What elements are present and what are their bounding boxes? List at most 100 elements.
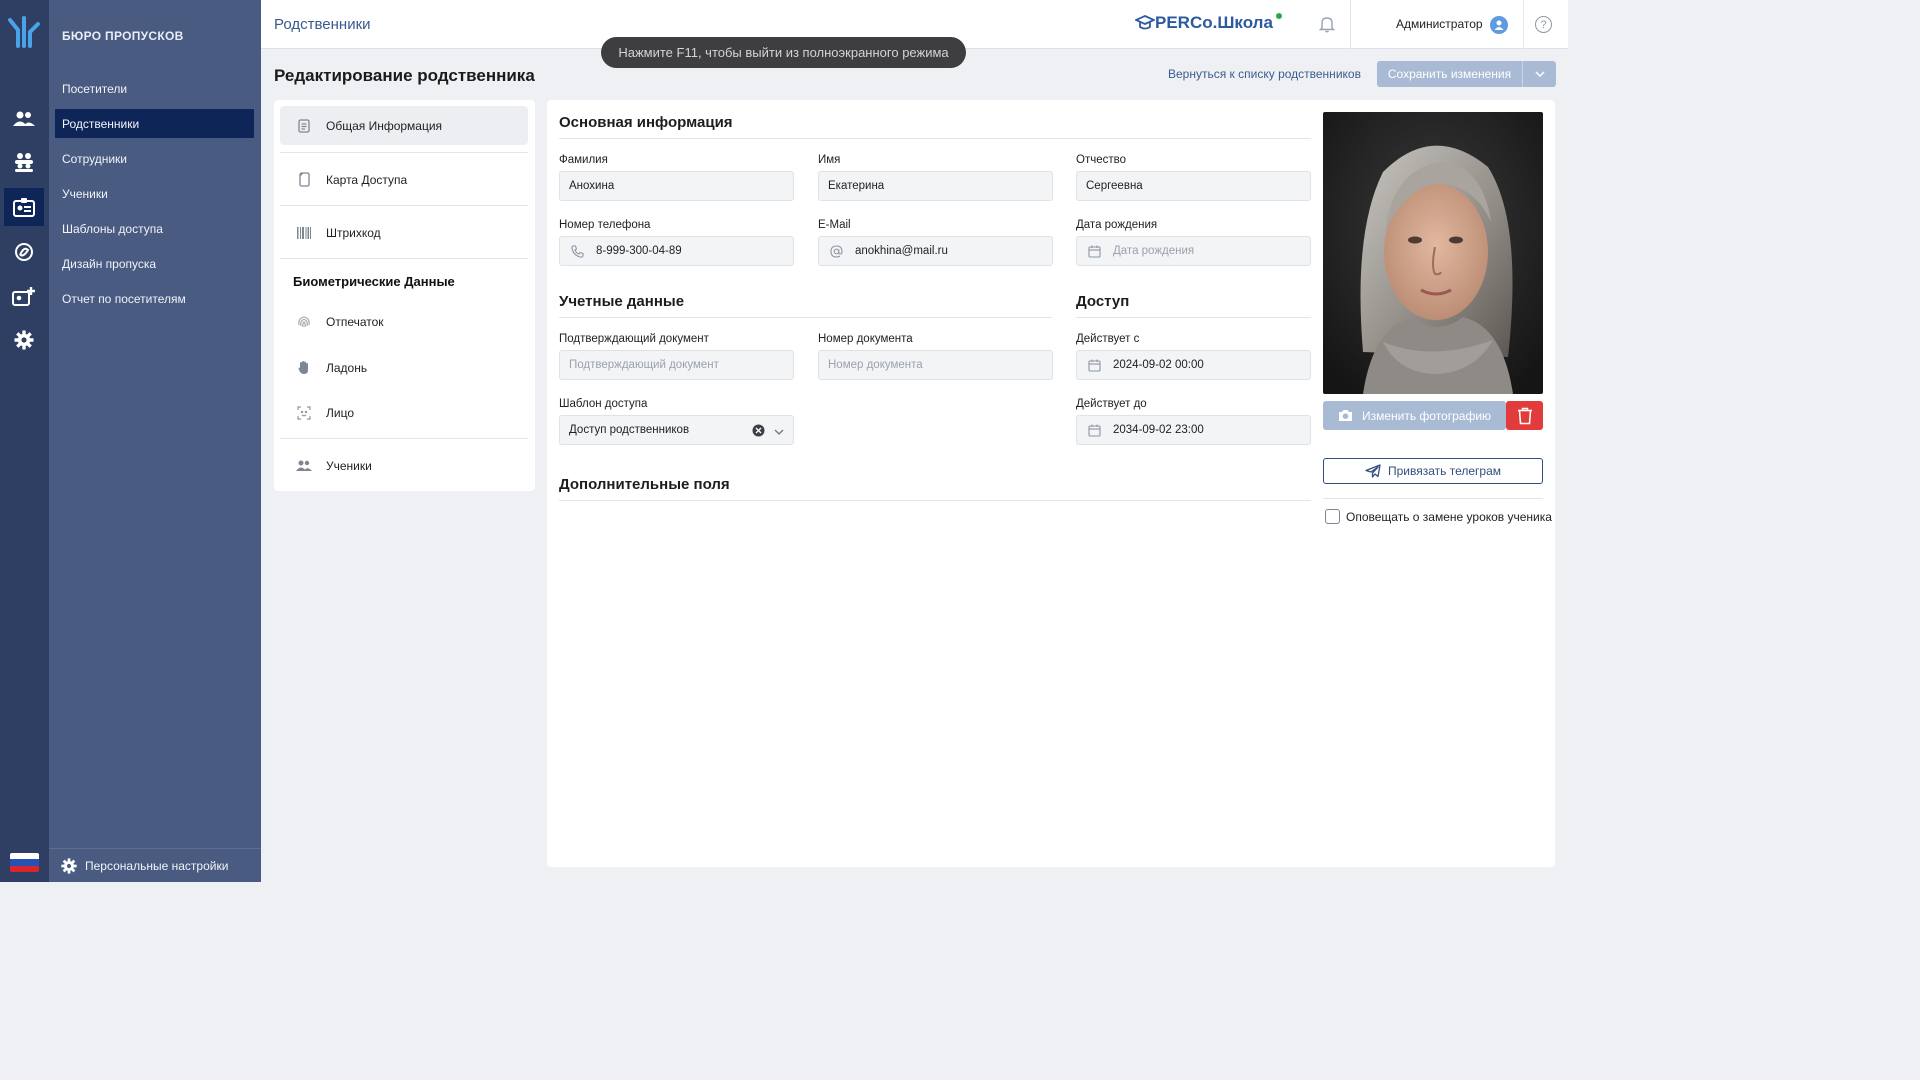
menu-item-access-templates[interactable]: Шаблоны доступа <box>55 214 254 243</box>
valid-to-label: Действует до <box>1076 398 1147 410</box>
tab-students-label: Ученики <box>326 458 372 473</box>
personal-settings-link[interactable]: Персональные настройки <box>49 848 261 882</box>
tab-access-card-label: Карта Доступа <box>326 172 408 187</box>
link-telegram-button[interactable]: Привязать телеграм <box>1323 458 1543 484</box>
tab-palm-label: Ладонь <box>326 360 368 375</box>
add-card-icon[interactable] <box>4 277 44 315</box>
birthdate-label: Дата рождения <box>1076 219 1158 231</box>
firstname-label: Имя <box>818 154 841 166</box>
barcode-icon <box>294 226 314 239</box>
section-extra-fields: Дополнительные поля <box>559 476 730 493</box>
camera-icon <box>1338 410 1352 421</box>
tab-palm[interactable]: Ладонь <box>280 348 528 387</box>
visitors-icon[interactable] <box>4 100 44 138</box>
tab-barcode[interactable]: Штрихкод <box>280 213 528 252</box>
product-name: PERCo.Школа <box>1155 13 1273 32</box>
back-to-list-link[interactable]: Вернуться к списку родственников <box>1168 67 1361 81</box>
phone-input[interactable]: 8-999-300-04-89 <box>559 236 794 266</box>
tab-access-card[interactable]: Карта Доступа <box>280 160 528 199</box>
tab-fingerprint[interactable]: Отпечаток <box>280 302 528 341</box>
user-avatar-icon[interactable] <box>1490 16 1508 34</box>
checkbox-box[interactable] <box>1325 509 1340 524</box>
tab-face-label: Лицо <box>326 405 354 420</box>
palm-icon <box>294 360 314 375</box>
access-template-value: Доступ родственников <box>569 424 690 436</box>
document-input[interactable]: Подтверждающий документ <box>559 350 794 380</box>
settings-gear-icon[interactable] <box>4 321 44 359</box>
face-scan-icon <box>294 405 314 420</box>
telegram-icon <box>1365 464 1381 478</box>
card-icon <box>294 172 314 187</box>
menu-brand: БЮРО ПРОПУСКОВ <box>62 29 184 43</box>
document-label: Подтверждающий документ <box>559 333 709 345</box>
tab-face[interactable]: Лицо <box>280 393 528 432</box>
groups-icon[interactable] <box>4 143 44 181</box>
phone-icon <box>569 244 585 258</box>
lastname-input[interactable]: Анохина <box>559 171 794 201</box>
phone-label: Номер телефона <box>559 219 651 231</box>
tab-fingerprint-label: Отпечаток <box>326 314 384 329</box>
breadcrumb[interactable]: Родственники <box>274 16 371 33</box>
change-photo-button[interactable]: Изменить фотографию <box>1323 401 1506 430</box>
menu-item-students[interactable]: Ученики <box>55 179 254 208</box>
help-icon[interactable]: ? <box>1535 16 1552 33</box>
phone-value: 8-999-300-04-89 <box>596 245 682 257</box>
students-icon <box>294 460 314 471</box>
access-template-select[interactable]: Доступ родственников <box>559 415 794 445</box>
calendar-icon <box>1086 245 1102 258</box>
valid-from-label: Действует с <box>1076 333 1140 345</box>
lastname-label: Фамилия <box>559 154 608 166</box>
biometrics-heading: Биометрические Данные <box>293 274 455 289</box>
user-name[interactable]: Администратор <box>1396 17 1483 31</box>
tab-students[interactable]: Ученики <box>280 446 528 485</box>
menu-item-pass-design[interactable]: Дизайн пропуска <box>55 249 254 278</box>
personal-settings-label: Персональные настройки <box>85 858 229 873</box>
email-value: anokhina@mail.ru <box>855 245 948 257</box>
at-sign-icon <box>828 244 844 258</box>
docnumber-label: Номер документа <box>818 333 913 345</box>
email-label: E-Mail <box>818 219 851 231</box>
language-flag-icon[interactable] <box>10 853 39 872</box>
menu-item-visitors[interactable]: Посетители <box>55 74 254 103</box>
birthdate-placeholder: Дата рождения <box>1113 245 1195 257</box>
reports-icon[interactable] <box>4 233 44 271</box>
trash-icon <box>1517 407 1532 424</box>
link-telegram-label: Привязать телеграм <box>1387 464 1502 478</box>
middlename-label: Отчество <box>1076 154 1126 166</box>
app-logo-icon[interactable] <box>6 16 42 50</box>
access-template-label: Шаблон доступа <box>559 398 648 410</box>
page-title: Редактирование родственника <box>274 66 535 85</box>
valid-to-input[interactable]: 2034-09-02 23:00 <box>1076 415 1311 445</box>
notify-lessons-label: Оповещать о замене уроков ученика <box>1346 509 1552 524</box>
docnumber-input[interactable]: Номер документа <box>818 350 1053 380</box>
section-basic-info: Основная информация <box>559 114 733 131</box>
valid-to-value: 2034-09-02 23:00 <box>1113 424 1204 436</box>
change-photo-label: Изменить фотографию <box>1361 408 1492 423</box>
product-logo: PERCo.Школа <box>1135 13 1282 33</box>
valid-from-input[interactable]: 2024-09-02 00:00 <box>1076 350 1311 380</box>
notifications-bell-icon[interactable] <box>1318 16 1336 36</box>
document-icon <box>294 118 314 133</box>
notify-lessons-checkbox[interactable]: Оповещать о замене уроков ученика <box>1325 509 1552 524</box>
menu-item-relatives[interactable]: Родственники <box>55 109 254 138</box>
delete-photo-button[interactable] <box>1506 401 1543 430</box>
menu-item-employees[interactable]: Сотрудники <box>55 144 254 173</box>
birthdate-input[interactable]: Дата рождения <box>1076 236 1311 266</box>
save-changes-label[interactable]: Сохранить изменения <box>1377 61 1522 87</box>
person-photo <box>1323 112 1543 394</box>
save-dropdown-chevron-icon[interactable] <box>1522 61 1556 87</box>
email-input[interactable]: anokhina@mail.ru <box>818 236 1053 266</box>
clear-icon[interactable] <box>752 424 765 440</box>
chevron-down-icon[interactable] <box>774 426 784 438</box>
section-access: Доступ <box>1076 293 1130 310</box>
calendar-icon <box>1086 424 1102 437</box>
pass-bureau-icon[interactable] <box>4 188 44 226</box>
tab-general-info-label: Общая Информация <box>326 118 443 133</box>
graduation-cap-icon <box>1135 15 1155 30</box>
fullscreen-toast: Нажмите F11, чтобы выйти из полноэкранно… <box>601 37 966 68</box>
save-changes-button[interactable]: Сохранить изменения <box>1377 61 1556 87</box>
firstname-input[interactable]: Екатерина <box>818 171 1053 201</box>
middlename-input[interactable]: Сергеевна <box>1076 171 1311 201</box>
menu-item-visitors-report[interactable]: Отчет по посетителям <box>55 284 254 313</box>
tab-general-info[interactable]: Общая Информация <box>280 106 528 145</box>
